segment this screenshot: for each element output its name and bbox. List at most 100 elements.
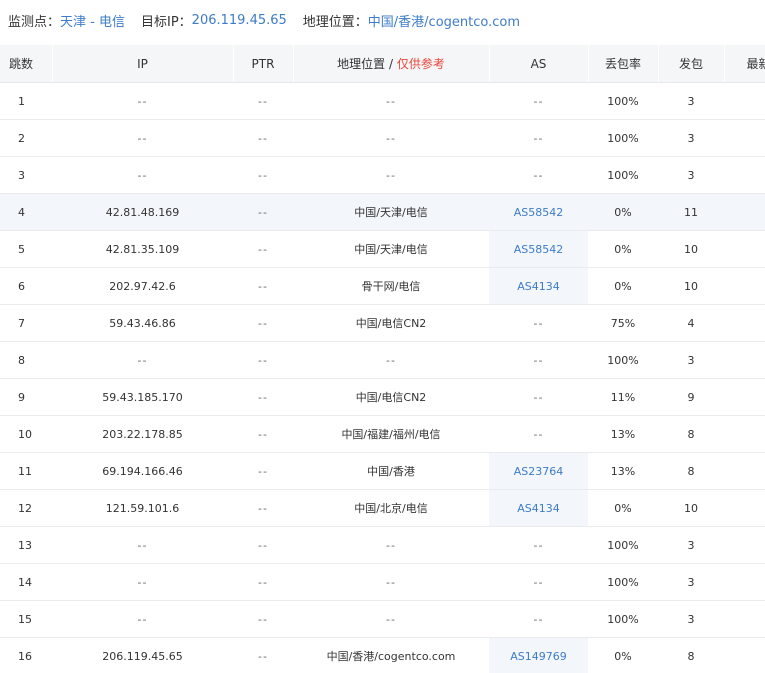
header-sent[interactable]: 发包 [658, 45, 725, 83]
loss-cell-text: 100% [607, 131, 639, 145]
traceroute-table-container[interactable]: 跳数 IP PTR 地理位置 / 仅供参考 AS 丢包率 发包 最新 1 -- --… [0, 45, 765, 673]
target-ip-value[interactable]: 206.119.45.65 [192, 13, 287, 28]
hop-cell-text: 5 [18, 242, 25, 256]
hop-cell-text: 4 [18, 205, 25, 219]
geo-cell: -- [293, 600, 489, 638]
table-row[interactable]: 5 42.81.35.109 -- 中国/天津/电信 AS58542 0% 10 [0, 230, 765, 268]
ptr-cell: -- [233, 82, 293, 120]
geo-cell: -- [293, 341, 489, 379]
monitor-point: 监测点： 天津 - 电信 [8, 11, 125, 30]
table-row[interactable]: 10 203.22.178.85 -- 中国/福建/福州/电信 -- 13% 8 [0, 415, 765, 453]
loss-cell: 100% [588, 563, 658, 601]
traceroute-page: 监测点： 天津 - 电信 目标IP： 206.119.45.65 地理位置： 中… [0, 0, 765, 673]
table-row[interactable]: 15 -- -- -- -- 100% 3 [0, 600, 765, 638]
monitor-label: 监测点： [8, 14, 61, 30]
header-latest[interactable]: 最新 [724, 45, 765, 83]
hop-cell-text: 1 [18, 94, 25, 108]
hop-cell: 14 [0, 563, 52, 601]
geo-cell: -- [293, 119, 489, 157]
sent-cell-text: 10 [684, 242, 698, 256]
as-link[interactable]: AS23764 [514, 465, 564, 478]
sent-cell-text: 11 [684, 205, 698, 219]
header-geo-label: 地理位置 [337, 57, 386, 71]
ptr-cell: -- [233, 563, 293, 601]
latest-cell [724, 193, 765, 231]
hop-cell: 15 [0, 600, 52, 638]
ptr-cell-text: -- [258, 464, 268, 478]
geo-cell: 骨干网/电信 [293, 267, 489, 305]
table-row[interactable]: 12 121.59.101.6 -- 中国/北京/电信 AS4134 0% 10 [0, 489, 765, 527]
loss-cell: 100% [588, 341, 658, 379]
latest-cell [724, 452, 765, 490]
header-loss[interactable]: 丢包率 [588, 45, 659, 83]
table-row[interactable]: 14 -- -- -- -- 100% 3 [0, 563, 765, 601]
table-row[interactable]: 1 -- -- -- -- 100% 3 [0, 82, 765, 120]
table-row[interactable]: 6 202.97.42.6 -- 骨干网/电信 AS4134 0% 10 [0, 267, 765, 305]
ptr-cell: -- [233, 526, 293, 564]
loss-cell-text: 100% [607, 575, 639, 589]
header-geo-separator: / [385, 57, 397, 71]
table-row[interactable]: 3 -- -- -- -- 100% 3 [0, 156, 765, 194]
table-row[interactable]: 11 69.194.166.46 -- 中国/香港 AS23764 13% 8 [0, 452, 765, 490]
ip-cell-text: 206.119.45.65 [102, 649, 183, 663]
ip-cell-text: 59.43.185.170 [102, 390, 183, 404]
target-ip-label: 目标IP： [140, 14, 192, 30]
latest-cell [724, 489, 765, 527]
geo-cell: 中国/电信CN2 [293, 304, 489, 342]
hop-cell-text: 10 [18, 427, 32, 441]
ip-cell: 59.43.185.170 [52, 378, 233, 416]
as-cell: AS23764 [489, 452, 588, 490]
latest-cell [724, 267, 765, 305]
header-as[interactable]: AS [489, 45, 589, 83]
as-link[interactable]: AS58542 [514, 243, 564, 256]
table-row[interactable]: 13 -- -- -- -- 100% 3 [0, 526, 765, 564]
ip-cell: 121.59.101.6 [52, 489, 233, 527]
sent-cell: 4 [658, 304, 724, 342]
hop-cell-text: 14 [18, 575, 32, 589]
table-row[interactable]: 9 59.43.185.170 -- 中国/电信CN2 -- 11% 9 [0, 378, 765, 416]
as-cell: AS58542 [489, 230, 588, 268]
ptr-cell-text: -- [258, 427, 268, 441]
ip-cell: -- [52, 82, 233, 120]
sent-cell-text: 3 [687, 575, 695, 589]
ptr-cell: -- [233, 156, 293, 194]
sent-cell-text: 8 [687, 464, 695, 478]
header-geo[interactable]: 地理位置 / 仅供参考 [293, 45, 490, 83]
ip-cell-text: -- [137, 612, 148, 626]
geo-cell: -- [293, 82, 489, 120]
geo-cell-text: 骨干网/电信 [361, 280, 421, 293]
header-ptr[interactable]: PTR [233, 45, 294, 83]
table-row[interactable]: 4 42.81.48.169 -- 中国/天津/电信 AS58542 0% 11 [0, 193, 765, 231]
geo-cell-text: 中国/电信CN2 [355, 317, 427, 330]
ptr-cell: -- [233, 637, 293, 673]
table-row[interactable]: 7 59.43.46.86 -- 中国/电信CN2 -- 75% 4 [0, 304, 765, 342]
hop-cell-text: 16 [18, 649, 32, 663]
table-row[interactable]: 8 -- -- -- -- 100% 3 [0, 341, 765, 379]
hop-cell: 6 [0, 267, 52, 305]
as-link[interactable]: AS4134 [517, 280, 560, 293]
table-row[interactable]: 16 206.119.45.65 -- 中国/香港/cogentco.com AS149… [0, 637, 765, 673]
latest-cell [724, 341, 765, 379]
monitor-value[interactable]: 天津 - 电信 [60, 11, 125, 30]
ip-cell-text: 42.81.48.169 [105, 205, 180, 219]
table-body: 1 -- -- -- -- 100% 3 2 -- -- -- -- 100% 3 3 -- -- -- -- 100… [0, 82, 765, 673]
ptr-cell-text: -- [258, 501, 268, 515]
header-hop[interactable]: 跳数 [0, 45, 53, 83]
ip-cell: 69.194.166.46 [52, 452, 233, 490]
as-cell-text: -- [533, 390, 544, 404]
sent-cell-text: 8 [687, 427, 695, 441]
loss-cell-text: 0% [614, 242, 632, 256]
table-row[interactable]: 2 -- -- -- -- 100% 3 [0, 119, 765, 157]
ip-cell-text: 59.43.46.86 [109, 316, 176, 330]
latest-cell [724, 526, 765, 564]
as-cell-text: -- [533, 575, 544, 589]
ip-cell-text: -- [137, 168, 148, 182]
as-link[interactable]: AS58542 [514, 206, 564, 219]
sent-cell-text: 9 [687, 390, 695, 404]
as-link[interactable]: AS4134 [517, 502, 560, 515]
loss-cell: 0% [588, 230, 658, 268]
as-link[interactable]: AS149769 [510, 650, 567, 663]
sent-cell: 8 [658, 637, 724, 673]
header-ip[interactable]: IP [52, 45, 234, 83]
geo-location-value[interactable]: 中国/香港/cogentco.com [368, 11, 520, 30]
